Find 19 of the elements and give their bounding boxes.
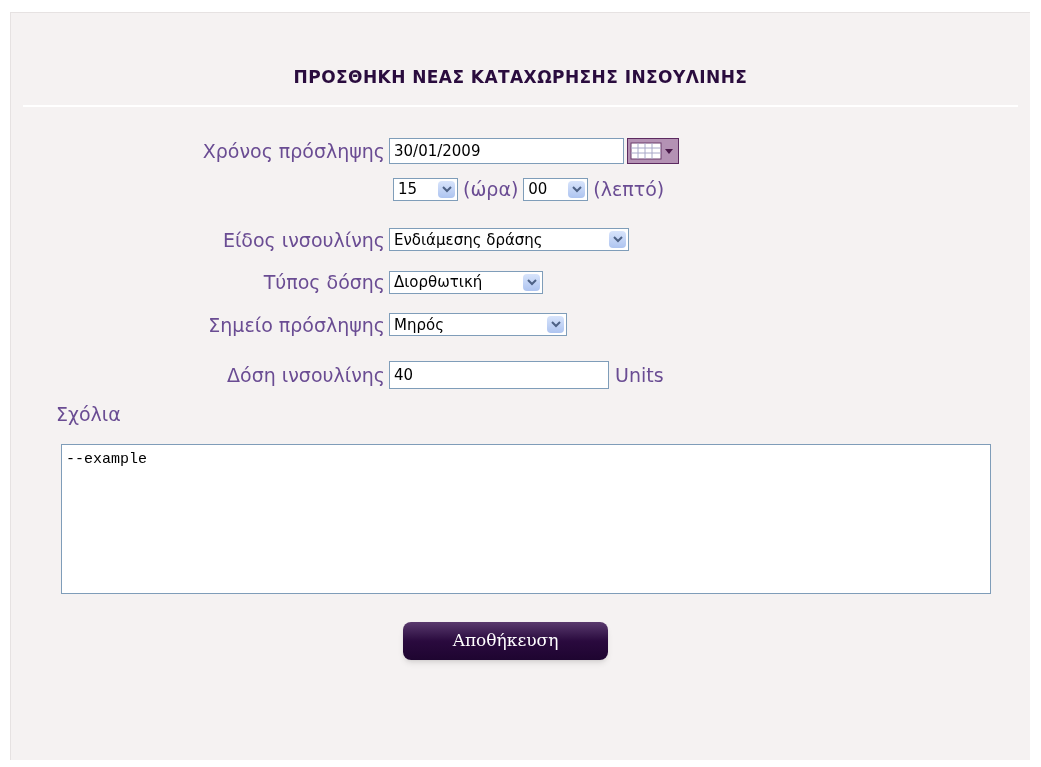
unit-label: Units [615, 363, 664, 388]
field-label: Χρόνος πρόσληψης [201, 138, 386, 164]
select-field[interactable]: 00 [523, 177, 589, 201]
comments-label: Σχόλια [56, 402, 121, 425]
select-field[interactable]: Μηρός [389, 313, 567, 337]
comments-field[interactable]: --example [61, 444, 991, 594]
save-button[interactable]: Αποθήκευση [403, 622, 608, 660]
date-field[interactable]: 30/01/2009 [389, 137, 624, 164]
field-label: Τύπος δόσης [262, 270, 386, 295]
field-label: Δόση ινσουλίνης [226, 363, 386, 388]
field-label: Είδος ινσουλίνης [221, 227, 386, 253]
form-title: ΠΡΟΣΘΗΚΗ ΝΕΑΣ ΚΑΤΑΧΩΡΗΣΗΣ ΙΝΣΟΥΛΙΝΗΣ [293, 66, 748, 89]
minute-label: (λεπτό) [593, 177, 665, 202]
hour-label: (ώρα) [463, 177, 519, 202]
select-field[interactable]: Ενδιάμεσης δράσης [389, 228, 629, 252]
select-field[interactable]: 15 [393, 177, 458, 201]
dose-field[interactable]: 40 [389, 361, 609, 390]
select-field[interactable]: Διορθωτική [389, 270, 543, 294]
field-label: Σημείο πρόσληψης [207, 312, 386, 338]
